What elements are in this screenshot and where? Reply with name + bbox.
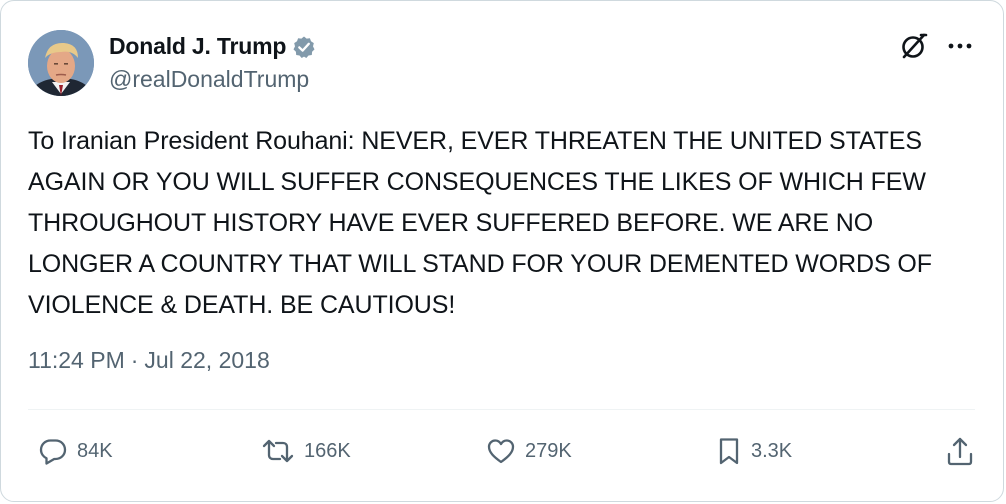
tweet-actions: 84K 166K 279K 3.3K xyxy=(28,431,975,471)
reply-icon xyxy=(38,436,68,466)
author-name-row: Donald J. Trump xyxy=(109,33,316,60)
tweet-text: To Iranian President Rouhani: NEVER, EVE… xyxy=(28,127,939,319)
verified-badge-icon xyxy=(292,35,316,59)
header-actions xyxy=(899,31,973,61)
timestamp-separator: · xyxy=(130,347,139,373)
divider xyxy=(28,409,975,410)
author-name[interactable]: Donald J. Trump xyxy=(109,33,286,60)
author-handle[interactable]: @realDonaldTrump xyxy=(109,66,309,93)
avatar[interactable] xyxy=(28,30,94,96)
reply-count: 84K xyxy=(77,439,113,462)
retweet-count: 166K xyxy=(304,439,351,462)
reply-button[interactable]: 84K xyxy=(38,436,113,466)
more-icon[interactable] xyxy=(947,41,973,51)
grok-icon[interactable] xyxy=(899,31,929,61)
heart-icon xyxy=(486,436,516,466)
share-icon xyxy=(945,435,975,467)
like-count: 279K xyxy=(525,439,572,462)
tweet-timestamp[interactable]: 11:24 PM · Jul 22, 2018 xyxy=(28,347,270,374)
share-button[interactable] xyxy=(945,435,975,467)
bookmark-count: 3.3K xyxy=(751,439,793,462)
tweet-date: Jul 22, 2018 xyxy=(144,347,270,373)
like-button[interactable]: 279K xyxy=(486,436,572,466)
bookmark-button[interactable]: 3.3K xyxy=(716,436,792,466)
tweet-time: 11:24 PM xyxy=(28,347,125,373)
retweet-icon xyxy=(261,436,295,466)
bookmark-icon xyxy=(716,436,742,466)
retweet-button[interactable]: 166K xyxy=(261,436,351,466)
tweet-card: Donald J. Trump @realDonaldTrump To Iran xyxy=(0,0,1004,502)
